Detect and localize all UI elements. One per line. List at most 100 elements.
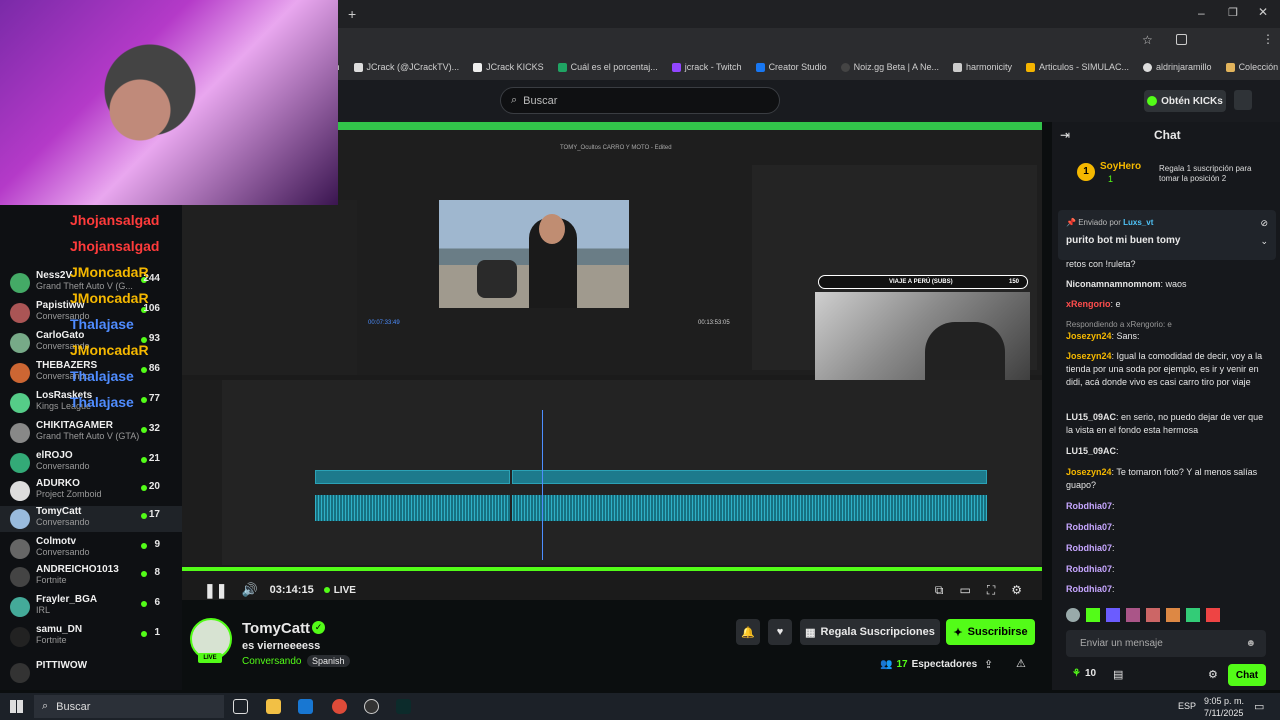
gift-prompt[interactable]: Regala 1 suscripción para tomar la posic… — [1159, 164, 1269, 184]
live-badge: LIVE — [198, 653, 222, 663]
windows-start-icon[interactable] — [10, 700, 23, 713]
emoji-icon[interactable]: ☻ — [1245, 638, 1256, 649]
bookmark[interactable]: Noiz.gg Beta | A Ne... — [840, 62, 939, 72]
settings-icon[interactable]: ⚙ — [1011, 583, 1022, 597]
bookmark[interactable]: Articulos - SIMULAC... — [1026, 62, 1129, 72]
bookmark[interactable]: aldrinjaramillo — [1143, 62, 1212, 72]
github-icon — [1143, 62, 1153, 72]
file-explorer-icon[interactable] — [266, 699, 281, 714]
user-avatar[interactable] — [1234, 90, 1252, 110]
search-input[interactable]: ⌕ Buscar — [500, 87, 780, 114]
chat-username[interactable]: Niconamnamnomnom — [1066, 279, 1161, 289]
chat-username[interactable]: Robdhia07 — [1066, 501, 1112, 511]
bookmark[interactable]: Creator Studio — [755, 62, 827, 72]
chat-separator: : — [1112, 501, 1115, 511]
restore-icon[interactable]: ❐ — [1228, 6, 1238, 19]
chat-username[interactable]: Josezyn24 — [1066, 331, 1112, 341]
bookmark[interactable]: JCrack KICKS — [473, 62, 544, 72]
emote-icon[interactable] — [1206, 608, 1220, 622]
chat-message: Niconamnamnomnom: waos — [1066, 278, 1266, 291]
stream-progress-bar[interactable] — [182, 567, 1042, 571]
viewer-count: 8 — [154, 567, 160, 578]
new-tab-icon[interactable]: + — [348, 6, 356, 22]
chat-message: Robdhia07: — [1066, 521, 1266, 534]
menu-icon[interactable]: ⋮ — [1262, 32, 1274, 46]
overlay-chat-name: JMoncadaR — [70, 264, 149, 280]
gift-subs-button[interactable]: ▦ Regala Suscripciones — [800, 619, 940, 645]
avatar — [10, 333, 30, 353]
system-lang[interactable]: ESP — [1178, 701, 1196, 711]
emote-icon[interactable] — [1146, 608, 1160, 622]
app-icon[interactable] — [396, 699, 411, 714]
sidebar-item[interactable]: PITTIWOW — [0, 660, 182, 686]
emote-icon[interactable] — [1106, 608, 1120, 622]
chat-username[interactable]: Josezyn24 — [1066, 351, 1112, 361]
tools-panel — [182, 380, 222, 565]
subscribe-button[interactable]: ✦ Suscribirse — [946, 619, 1035, 645]
store-icon[interactable]: ▤ — [1113, 668, 1123, 681]
share-icon[interactable]: ⇪ — [984, 658, 993, 671]
chat-username[interactable]: LU15_09AC — [1066, 412, 1116, 422]
report-icon[interactable]: ⚠ — [1016, 657, 1026, 670]
live-dot-icon — [141, 457, 147, 463]
theater-icon[interactable]: ▭ — [959, 583, 970, 597]
collapse-chat-icon[interactable]: ⇥ — [1060, 128, 1070, 142]
sidebar-item-name: elROJO — [36, 450, 73, 461]
pinned-text: purito bot mi buen tomy — [1066, 235, 1181, 246]
follow-button[interactable]: ♥ — [768, 619, 792, 645]
volume-icon[interactable]: 🔊 — [241, 582, 257, 598]
emote-icon[interactable] — [1086, 608, 1100, 622]
bookmark[interactable]: Colección de M_blei... — [1225, 62, 1280, 72]
chat-username[interactable]: Robdhia07 — [1066, 564, 1112, 574]
unpin-icon[interactable]: ⊘ — [1260, 218, 1268, 229]
sidebar-item[interactable]: Frayler_BGA IRL 6 — [0, 594, 182, 620]
bookmark[interactable]: JCrack (@JCrackTV)... — [353, 62, 459, 72]
bookmark[interactable]: jcrack - Twitch — [671, 62, 742, 72]
pause-icon[interactable]: ❚❚ — [204, 582, 227, 599]
emote-icon[interactable] — [1126, 608, 1140, 622]
bookmark[interactable]: Cuál es el porcentaj... — [557, 62, 658, 72]
chat-text: waos — [1165, 279, 1187, 289]
close-icon[interactable]: ✕ — [1258, 5, 1268, 19]
chat-username[interactable]: Robdhia07 — [1066, 543, 1112, 553]
sidebar-item[interactable]: CHIKITAGAMER Grand Theft Auto V (GTA) 32 — [0, 420, 182, 446]
sidebar-item[interactable]: ANDREICHO1013 Fortnite 8 — [0, 564, 182, 590]
stream-category[interactable]: Conversando — [242, 656, 301, 667]
sidebar-item[interactable]: TomyCatt Conversando 17 — [0, 506, 182, 532]
taskbar-search[interactable]: ⌕ Buscar — [34, 695, 224, 718]
chat-username[interactable]: xRengorio — [1066, 299, 1111, 309]
fullscreen-icon[interactable]: ⛶ — [987, 583, 995, 598]
bookmark-star-icon[interactable]: ☆ — [1142, 33, 1153, 47]
obs-icon[interactable] — [364, 699, 379, 714]
sidebar-item[interactable]: elROJO Conversando 21 — [0, 450, 182, 476]
chat-username[interactable]: Josezyn24 — [1066, 467, 1112, 477]
kick-points[interactable]: ⚘ 10 — [1072, 668, 1096, 679]
bookmark[interactable]: harmonicity — [952, 62, 1012, 72]
pip-icon[interactable]: ⧉ — [935, 583, 944, 598]
sidebar-item[interactable]: samu_DN Fortnite 1 — [0, 624, 182, 650]
task-view-icon[interactable] — [233, 699, 248, 714]
minimize-icon[interactable]: – — [1198, 6, 1205, 20]
emote-icon[interactable] — [1066, 608, 1080, 622]
sidebar-item[interactable]: ADURKO Project Zomboid 20 — [0, 478, 182, 504]
system-date[interactable]: 7/11/2025 — [1204, 708, 1243, 718]
notification-button[interactable]: 🔔 — [736, 619, 760, 645]
chat-username[interactable]: LU15_09AC — [1066, 446, 1116, 456]
sidebar-item[interactable]: Colmotv Conversando 9 — [0, 536, 182, 562]
chrome-icon[interactable] — [332, 699, 347, 714]
outlook-icon[interactable] — [298, 699, 313, 714]
chat-username[interactable]: Robdhia07 — [1066, 522, 1112, 532]
system-time[interactable]: 9:05 p. m. — [1204, 696, 1244, 706]
emote-icon[interactable] — [1166, 608, 1180, 622]
channel-name[interactable]: TomyCatt — [242, 620, 310, 637]
chat-send-button[interactable]: Chat — [1228, 664, 1266, 686]
expand-icon[interactable]: ⌄ — [1260, 236, 1268, 247]
chat-settings-icon[interactable]: ⚙ — [1208, 668, 1218, 681]
language-tag[interactable]: Spanish — [307, 655, 350, 667]
emote-icon[interactable] — [1186, 608, 1200, 622]
notification-center-icon[interactable]: ▭ — [1254, 700, 1264, 713]
chat-input[interactable]: Enviar un mensaje ☻ — [1066, 630, 1266, 657]
get-kicks-button[interactable]: Obtén KICKs — [1144, 90, 1226, 112]
chat-username[interactable]: Robdhia07 — [1066, 584, 1112, 594]
extensions-icon[interactable] — [1176, 34, 1187, 45]
